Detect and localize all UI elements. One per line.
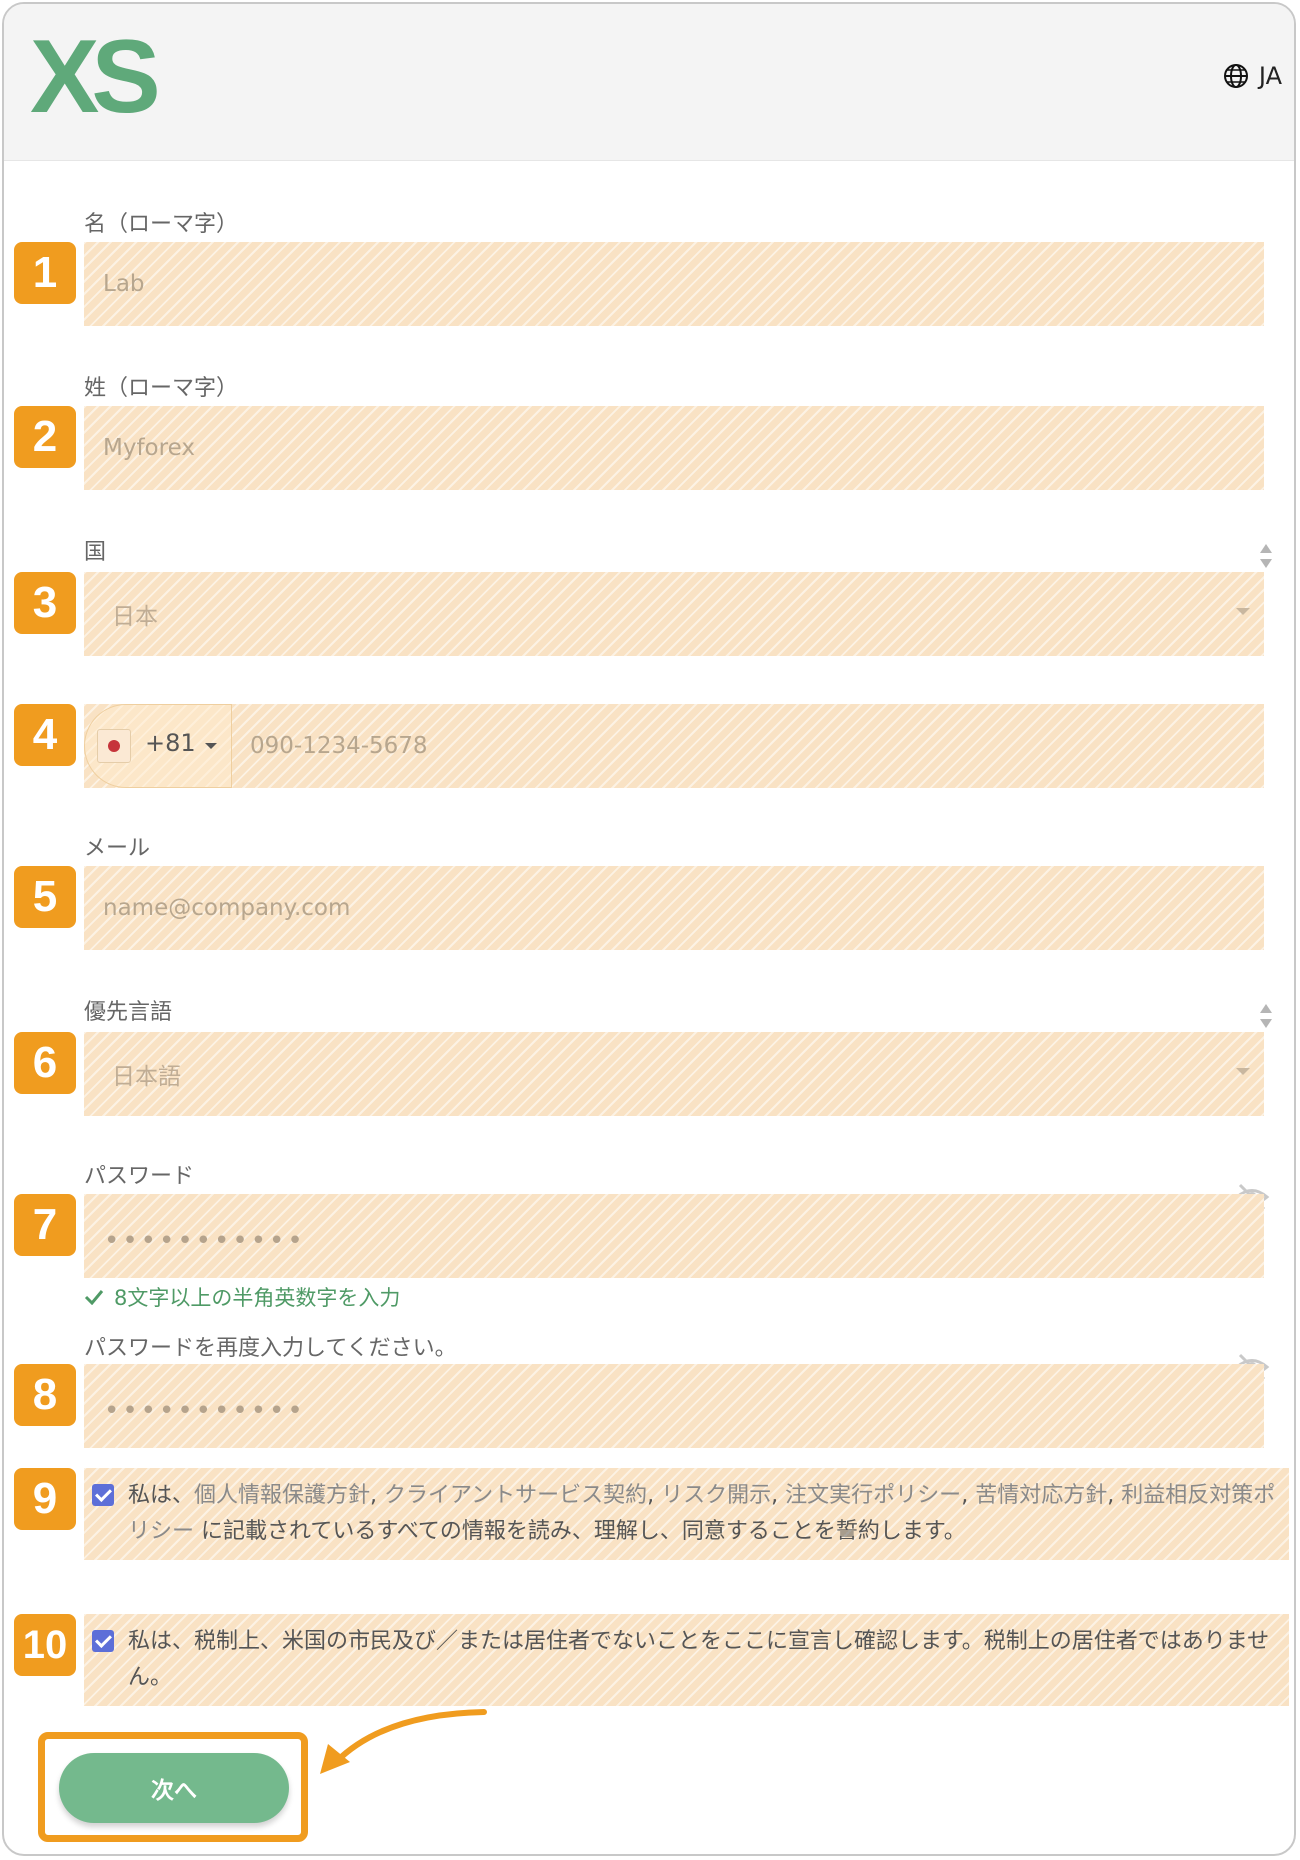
agreement-checkbox[interactable] [92,1484,114,1506]
step-badge-6: 6 [14,1032,76,1094]
tax-declaration-text: 私は、税制上、米国の市民及び／または居住者でないことをここに宣言し確認します。税… [128,1629,1270,1690]
language-selector[interactable]: JA [1223,62,1282,90]
country-label: 国 [84,540,107,565]
country-value: 日本 [112,604,158,630]
tax-declaration-checkbox[interactable] [92,1630,114,1652]
phone-field[interactable]: +81 090-1234-5678 [84,704,1264,788]
client-service-agreement-link[interactable]: クライアントサービス契約 [384,1483,647,1508]
preferred-language-select[interactable]: 日本語 [84,1032,1264,1116]
country-select[interactable]: 日本 [84,572,1264,656]
chevron-down-icon [1236,1068,1250,1075]
agreement-suffix: に記載されているすべての情報を読み、理解し、同意することを誓約します。 [194,1519,966,1544]
step-badge-3: 3 [14,572,76,634]
xs-logo: XS [30,32,165,126]
password-hint-text: 8文字以上の半角英数字を入力 [114,1286,401,1310]
language-code: JA [1258,62,1282,90]
agreement-checkbox-row[interactable]: 私は、個人情報保護方針, クライアントサービス契約, リスク開示, 注文実行ポリ… [84,1468,1289,1560]
password-confirm-label: パスワードを再度入力してください。 [84,1336,457,1361]
preferred-language-label: 優先言語 [84,1000,173,1025]
phone-input[interactable]: 090-1234-5678 [250,733,428,759]
step-badge-9: 9 [14,1468,76,1530]
pointer-arrow-icon [320,1709,487,1774]
dial-code: +81 [145,729,196,757]
last-name-value: Myforex [103,435,195,461]
japan-flag-icon [97,729,131,763]
password-confirm-field[interactable]: ••••••••••• [84,1364,1264,1448]
checkmark-icon [84,1290,104,1305]
agreement-prefix: 私は、 [128,1483,195,1508]
complaints-policy-link[interactable]: 苦情対応方針 [975,1483,1107,1508]
email-placeholder: name@company.com [103,895,351,921]
step-badge-5: 5 [14,866,76,928]
email-field[interactable]: name@company.com [84,866,1264,950]
next-button-highlight: 次へ [38,1732,308,1842]
risk-disclosure-link[interactable]: リスク開示 [661,1483,771,1508]
privacy-policy-link[interactable]: 個人情報保護方針 [194,1483,370,1508]
first-name-value: Lab [103,271,145,297]
step-badge-4: 4 [14,704,76,766]
chevron-down-icon [205,743,217,749]
step-badge-2: 2 [14,406,76,468]
preferred-language-value: 日本語 [112,1064,181,1090]
dial-code-selector[interactable]: +81 [84,704,232,788]
password-confirm-masked: ••••••••••• [104,1396,306,1426]
step-badge-7: 7 [14,1194,76,1256]
order-execution-policy-link[interactable]: 注文実行ポリシー [785,1483,961,1508]
password-hint: 8文字以上の半角英数字を入力 [84,1282,400,1312]
first-name-label: 名（ローマ字） [84,212,239,237]
page-header: XS JA [4,4,1294,161]
first-name-field[interactable]: Lab [84,242,1264,326]
registration-frame: XS JA 名（ローマ字） 1 Lab 姓（ローマ字） 2 Myforex 国 … [2,2,1296,1856]
sort-arrows-icon [1260,544,1272,568]
globe-icon [1223,64,1248,88]
sort-arrows-icon [1260,1004,1272,1028]
step-badge-1: 1 [14,242,76,304]
tax-declaration-checkbox-row[interactable]: 私は、税制上、米国の市民及び／または居住者でないことをここに宣言し確認します。税… [84,1614,1289,1706]
next-button[interactable]: 次へ [59,1753,289,1823]
step-badge-8: 8 [14,1364,76,1426]
chevron-down-icon [1236,608,1250,615]
last-name-label: 姓（ローマ字） [84,376,239,401]
password-field[interactable]: ••••••••••• [84,1194,1264,1278]
last-name-field[interactable]: Myforex [84,406,1264,490]
password-label: パスワード [84,1164,195,1189]
step-badge-10: 10 [14,1614,76,1676]
logo-text: XS [30,32,157,126]
email-label: メール [84,836,151,861]
password-masked: ••••••••••• [104,1226,306,1256]
